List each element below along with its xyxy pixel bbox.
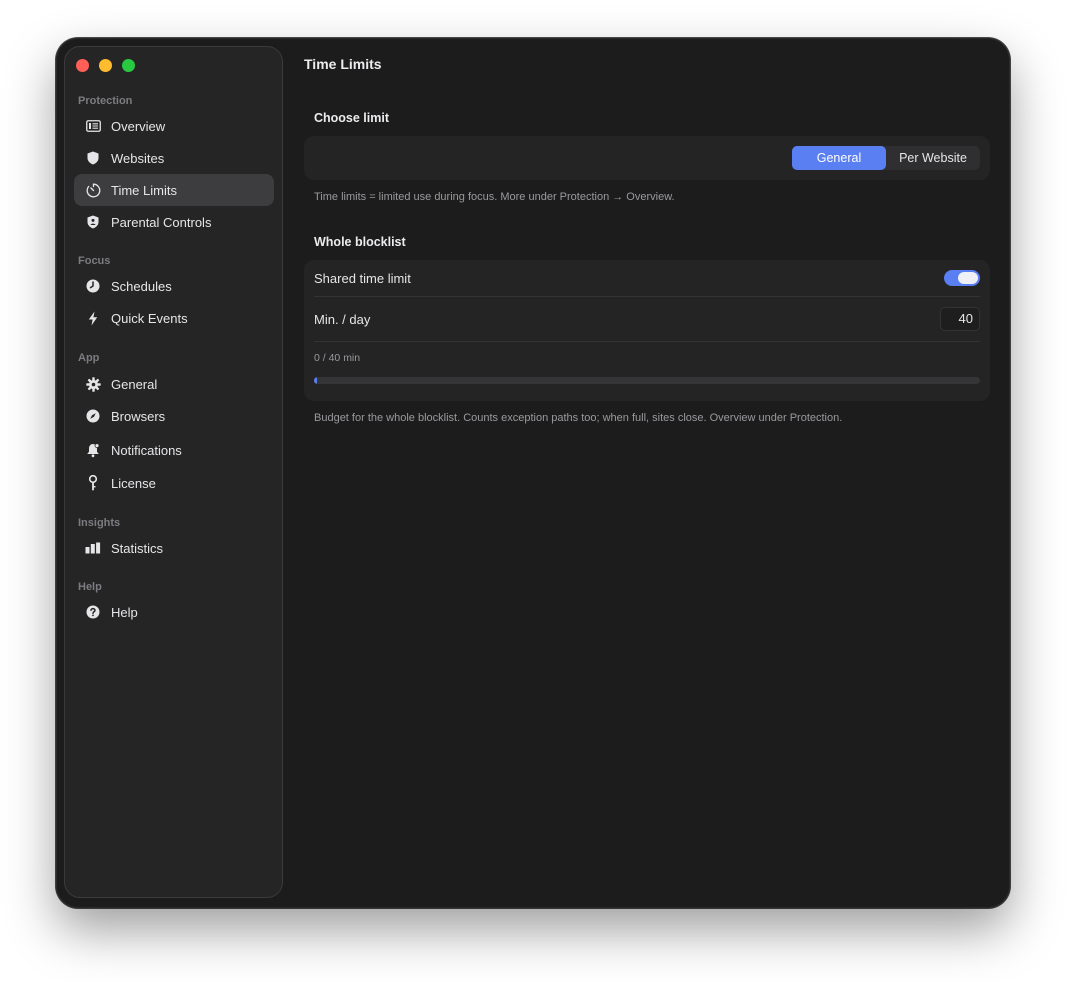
bell-icon [85, 442, 101, 458]
whole-blocklist-title: Whole blocklist [314, 235, 406, 249]
compass-icon [85, 408, 101, 424]
page-title: Time Limits [304, 56, 382, 72]
choose-limit-note: Time limits = limited use during focus. … [314, 191, 675, 203]
limit-mode-segmented-control: General Per Website [792, 146, 980, 170]
sidebar-item-time-limits[interactable]: Time Limits [74, 174, 274, 206]
sidebar-item-browsers[interactable]: Browsers [74, 400, 274, 432]
sidebar-item-license[interactable]: License [74, 467, 274, 499]
sidebar-item-label: Websites [111, 150, 165, 166]
whole-blocklist-card: Shared time limit Min. / day 40 0 / 40 m… [304, 260, 990, 401]
sidebar-item-websites[interactable]: Websites [74, 142, 274, 174]
bolt-icon [85, 310, 101, 326]
section-label-protection: Protection [78, 95, 133, 107]
sidebar-item-label: Overview [111, 118, 166, 134]
key-icon [85, 475, 101, 491]
shared-time-limit-toggle[interactable] [944, 270, 980, 286]
minutes-per-day-field[interactable]: 40 [940, 307, 980, 331]
segment-general[interactable]: General [792, 146, 886, 170]
sidebar-item-label: Help [111, 604, 138, 620]
usage-progress-fill [314, 377, 317, 384]
usage-progress-bar [314, 377, 980, 384]
sidebar-item-label: Schedules [111, 278, 172, 294]
minimize-window-button[interactable] [99, 59, 112, 72]
toggle-knob [958, 272, 978, 284]
choose-limit-card: General Per Website [304, 136, 990, 180]
sidebar-item-quick-events[interactable]: Quick Events [74, 302, 274, 334]
sidebar-item-label: Statistics [111, 540, 164, 556]
whole-blocklist-note: Budget for the whole blocklist. Counts e… [314, 412, 843, 424]
divider [314, 296, 980, 297]
parental-shield-icon [85, 214, 101, 230]
shared-time-limit-label: Shared time limit [314, 271, 411, 286]
gear-icon [85, 376, 101, 392]
bar-chart-icon [85, 540, 101, 556]
sidebar-item-label: Parental Controls [111, 214, 212, 230]
sidebar-item-label: Quick Events [111, 310, 188, 326]
close-window-button[interactable] [76, 59, 89, 72]
question-icon [85, 604, 101, 620]
clock-icon [85, 278, 101, 294]
section-label-help: Help [78, 581, 102, 593]
sidebar-item-overview[interactable]: Overview [74, 110, 274, 142]
usage-text: 0 / 40 min [314, 352, 361, 364]
section-label-focus: Focus [78, 255, 111, 267]
divider [314, 341, 980, 342]
sidebar-item-label: Notifications [111, 442, 182, 458]
sidebar-item-label: Time Limits [111, 182, 177, 198]
zoom-window-button[interactable] [122, 59, 135, 72]
segment-per-website[interactable]: Per Website [886, 146, 980, 170]
sidebar: Protection Overview Websites Time Limits… [64, 46, 283, 898]
sidebar-item-statistics[interactable]: Statistics [74, 532, 274, 564]
section-label-app: App [78, 352, 100, 364]
minutes-per-day-label: Min. / day [314, 312, 371, 327]
timer-icon [85, 182, 101, 198]
sidebar-item-help[interactable]: Help [74, 596, 274, 628]
sidebar-item-label: Browsers [111, 408, 166, 424]
sidebar-item-schedules[interactable]: Schedules [74, 270, 274, 302]
sidebar-item-label: General [111, 376, 158, 392]
sidebar-item-notifications[interactable]: Notifications [74, 434, 274, 466]
shield-icon [85, 150, 101, 166]
sidebar-item-general[interactable]: General [74, 368, 274, 400]
sidebar-item-parental-controls[interactable]: Parental Controls [74, 206, 274, 238]
section-label-insights: Insights [78, 517, 121, 529]
app-window: Protection Overview Websites Time Limits… [56, 38, 1010, 908]
overview-icon [85, 118, 101, 134]
sidebar-item-label: License [111, 475, 156, 491]
choose-limit-title: Choose limit [314, 111, 390, 125]
